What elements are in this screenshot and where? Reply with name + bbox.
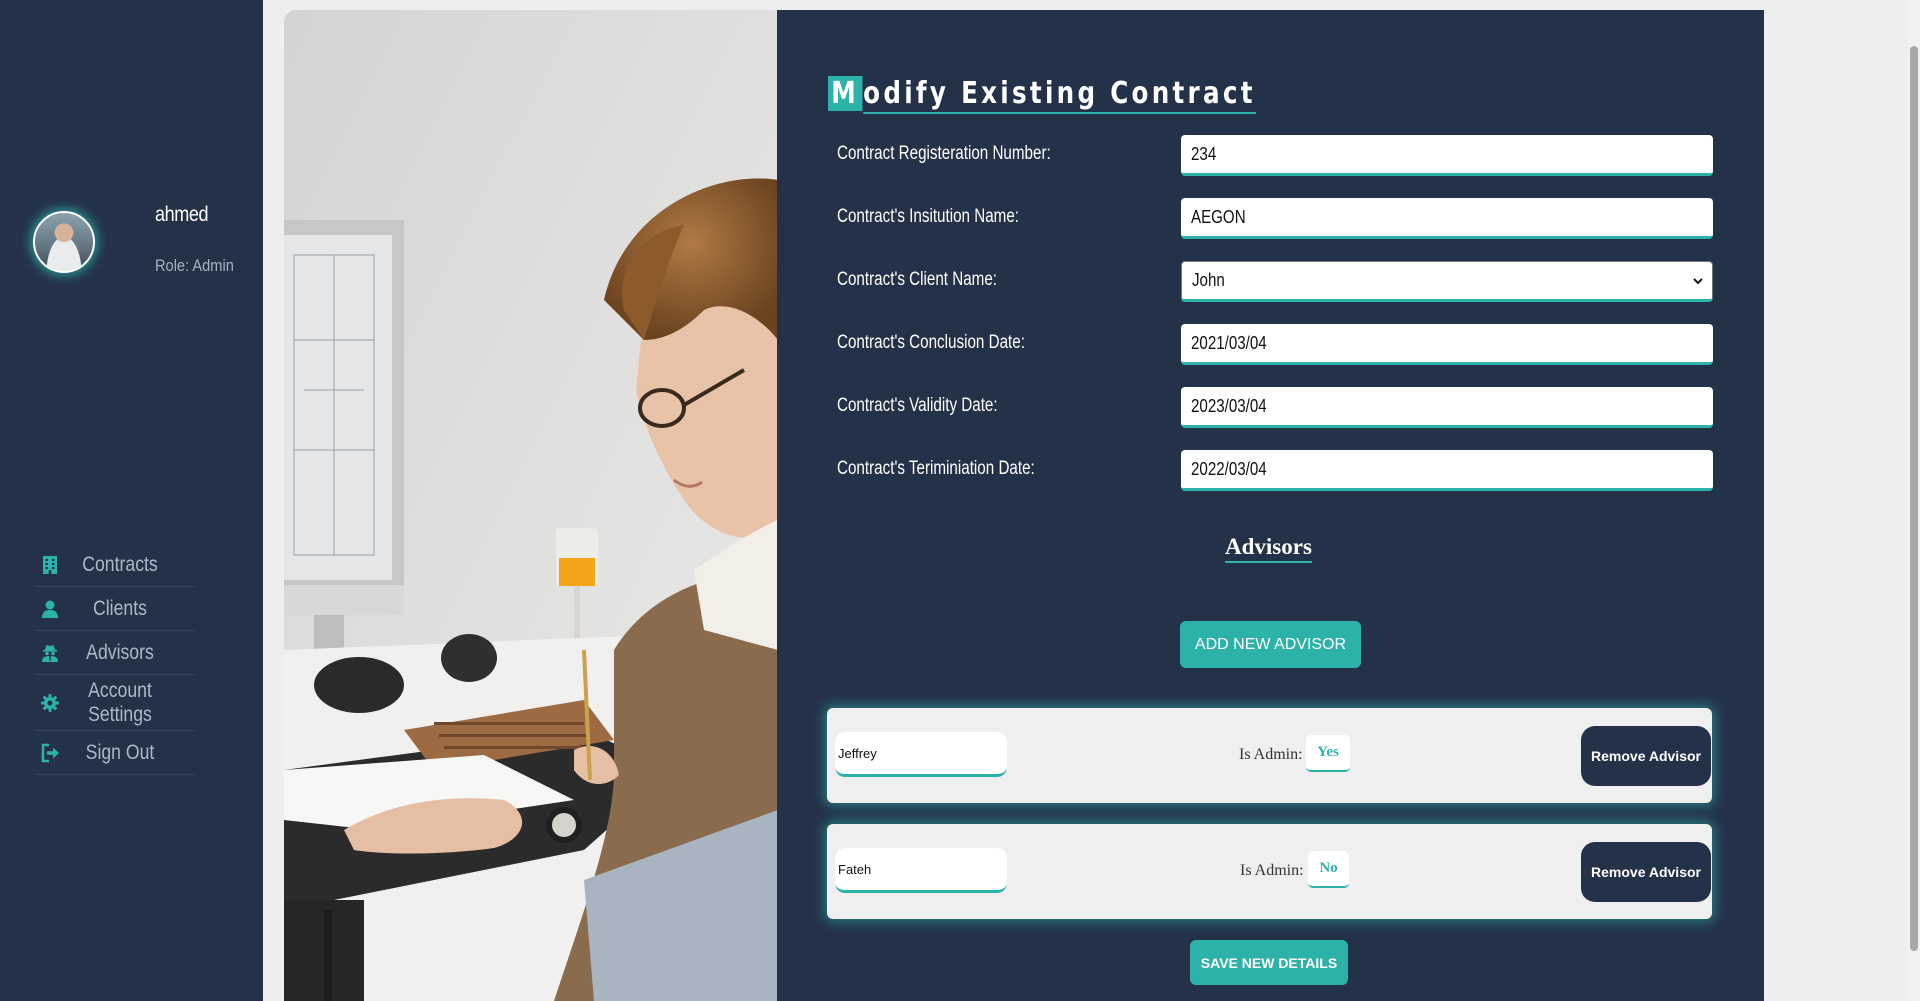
label-termination-date: Contract's Teriminiation Date:: [837, 458, 1035, 479]
remove-advisor-button[interactable]: Remove Advisor: [1581, 842, 1711, 902]
user-name: ahmed: [155, 203, 209, 226]
is-admin-label: Is Admin:: [1240, 862, 1304, 879]
advisor-name-input[interactable]: Jeffrey: [835, 732, 1007, 777]
registration-number-input[interactable]: 234: [1181, 135, 1713, 176]
contract-form-panel: Modify Existing Contract Contract Regist…: [777, 10, 1764, 1001]
sidebar-item-account-settings[interactable]: Account Settings: [35, 675, 195, 731]
client-name-select[interactable]: John: [1181, 261, 1713, 302]
page-title: Modify Existing Contract: [828, 76, 1256, 114]
sidebar-item-contracts[interactable]: Contracts: [35, 543, 195, 587]
sidebar-item-sign-out[interactable]: Sign Out: [35, 731, 195, 775]
sidebar-item-label: Clients: [93, 596, 147, 620]
conclusion-date-value: 2021/03/04: [1191, 332, 1267, 353]
title-first-letter: M: [828, 76, 863, 111]
hero-photo: [284, 10, 778, 1001]
label-registration-number: Contract Registeration Number:: [837, 143, 1051, 164]
remove-advisor-button[interactable]: Remove Advisor: [1581, 726, 1711, 786]
sidebar-item-label: Advisors: [86, 640, 154, 664]
sidebar-item-label: Sign Out: [85, 740, 155, 764]
page-scrollbar[interactable]: [1908, 0, 1920, 1001]
label-conclusion-date: Contract's Conclusion Date:: [837, 332, 1025, 353]
title-rest: odify Existing Contract: [863, 76, 1256, 114]
advisor-name-input[interactable]: Fateh: [835, 848, 1007, 893]
validity-date-input[interactable]: 2023/03/04: [1181, 387, 1713, 428]
termination-date-value: 2022/03/04: [1191, 458, 1267, 479]
client-name-value: John: [1192, 270, 1225, 290]
sidebar-item-label: Account Settings: [88, 678, 152, 726]
conclusion-date-input[interactable]: 2021/03/04: [1181, 324, 1713, 365]
label-client-name: Contract's Client Name:: [837, 269, 998, 290]
registration-number-value: 234: [1191, 143, 1217, 164]
sidebar-nav: Contracts Clients Advisors Account Setti…: [35, 543, 195, 775]
add-advisor-button[interactable]: ADD NEW ADVISOR: [1180, 621, 1361, 668]
validity-date-value: 2023/03/04: [1191, 395, 1267, 416]
label-institution-name: Contract's Insitution Name:: [837, 206, 1019, 227]
advisors-heading: Advisors: [1225, 534, 1312, 563]
advisor-card: Jeffrey Is Admin: Yes Remove Advisor: [827, 708, 1712, 803]
sidebar: ahmed Role: Admin Contracts Clients Advi…: [0, 0, 263, 1001]
avatar[interactable]: [33, 211, 95, 273]
is-admin-value[interactable]: No: [1308, 851, 1349, 888]
label-validity-date: Contract's Validity Date:: [837, 395, 998, 416]
woman-writing-photo: [284, 10, 778, 1001]
is-admin-value[interactable]: Yes: [1306, 735, 1350, 772]
sidebar-item-clients[interactable]: Clients: [35, 587, 195, 631]
sidebar-item-label: Contracts: [82, 552, 158, 576]
is-admin-label: Is Admin:: [1239, 746, 1303, 763]
user-role: Role: Admin: [155, 256, 234, 275]
sidebar-item-advisors[interactable]: Advisors: [35, 631, 195, 675]
scrollbar-thumb[interactable]: [1910, 46, 1918, 951]
institution-name-input[interactable]: AEGON: [1181, 198, 1713, 239]
institution-name-value: AEGON: [1191, 206, 1246, 227]
chevron-down-icon: [1693, 278, 1703, 285]
save-details-button[interactable]: SAVE NEW DETAILS: [1190, 940, 1348, 985]
termination-date-input[interactable]: 2022/03/04: [1181, 450, 1713, 491]
advisor-card: Fateh Is Admin: No Remove Advisor: [827, 824, 1712, 919]
